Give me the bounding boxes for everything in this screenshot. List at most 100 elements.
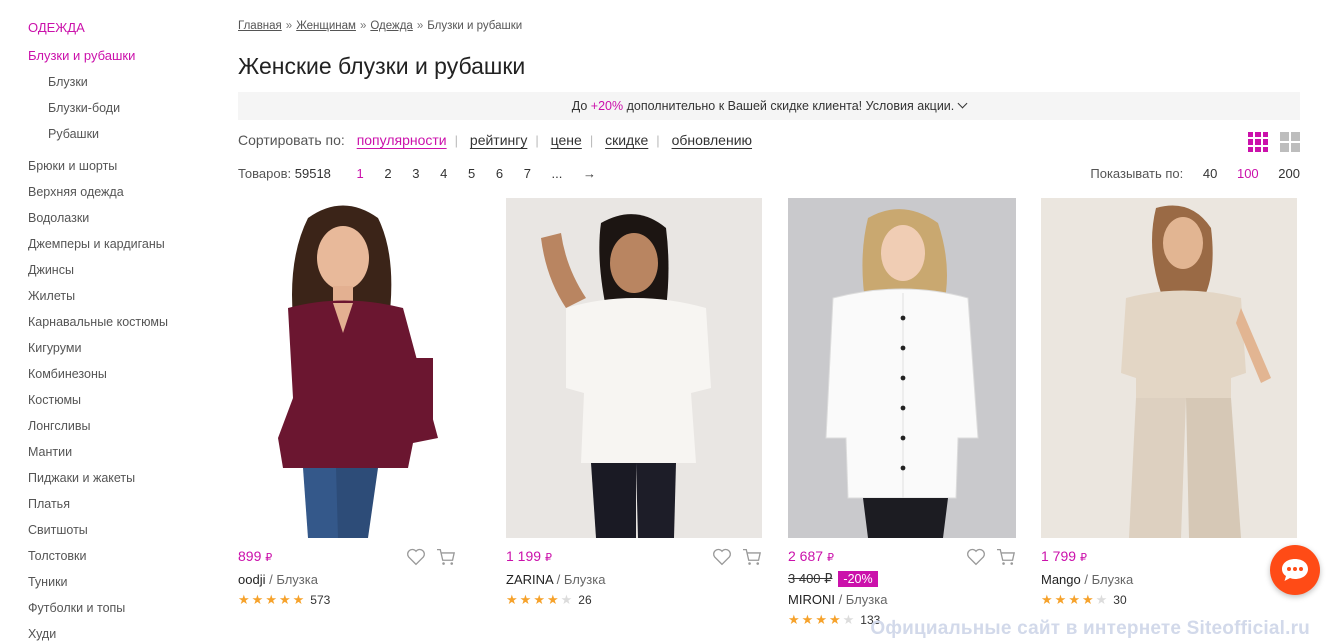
- cart-icon[interactable]: [996, 548, 1016, 566]
- sidebar-item-hudi[interactable]: Худи: [28, 621, 228, 642]
- sidebar-item-suits[interactable]: Костюмы: [28, 387, 228, 413]
- product-brand-type: Mango / Блузка: [1041, 572, 1134, 587]
- star-icon: ★: [1081, 592, 1094, 607]
- sidebar-item-turtlenecks[interactable]: Водолазки: [28, 205, 228, 231]
- star-icon: ★: [815, 612, 827, 627]
- product-price: 899 ₽: [238, 548, 273, 564]
- breadcrumb-home[interactable]: Главная: [238, 20, 282, 32]
- sidebar-item-sweatshirts[interactable]: Свитшоты: [28, 517, 228, 543]
- heart-icon[interactable]: [712, 548, 732, 566]
- sidebar-item-overalls[interactable]: Комбинезоны: [28, 361, 228, 387]
- next-page-arrow-icon[interactable]: →: [583, 166, 596, 181]
- cart-icon[interactable]: [436, 548, 456, 566]
- star-icon: ★: [546, 592, 559, 607]
- reviews-count: 26: [578, 593, 592, 607]
- product-brand-type: ZARINA / Блузка: [506, 572, 606, 587]
- pagination: 1 2 3 4 5 6 7 ... →: [357, 164, 613, 184]
- page-1[interactable]: 1: [357, 166, 364, 181]
- star-icon: ★: [1095, 592, 1108, 607]
- sidebar-subitem-blouses[interactable]: Блузки: [28, 69, 228, 95]
- sidebar-item-carnival-costumes[interactable]: Карнавальные костюмы: [28, 309, 228, 335]
- product-card[interactable]: 2 687 ₽ 3 400 ₽ -20% MIRONI / Блузка ★ ★ ★…: [788, 198, 1016, 627]
- sidebar-item-jumpers-cardigans[interactable]: Джемперы и кардиганы: [28, 231, 228, 257]
- grid-2-view-icon[interactable]: [1280, 132, 1300, 152]
- view-toggle: [1248, 132, 1300, 152]
- items-count: 59518: [294, 166, 331, 181]
- page-ellipsis: ...: [551, 166, 563, 181]
- chat-bubble-icon: [1282, 559, 1308, 581]
- breadcrumb-clothing[interactable]: Одежда: [370, 20, 412, 32]
- sidebar-item-vests[interactable]: Жилеты: [28, 283, 228, 309]
- sort-bar: Сортировать по: популярности | рейтингу | …: [238, 132, 1300, 154]
- product-rating: ★ ★ ★ ★ ★ 573: [238, 592, 456, 608]
- sidebar-item-longsleeves[interactable]: Лонгсливы: [28, 413, 228, 439]
- page-7[interactable]: 7: [524, 166, 531, 181]
- star-icon: ★: [251, 592, 264, 607]
- promo-percent: +20%: [590, 99, 624, 113]
- cart-icon[interactable]: [742, 548, 762, 566]
- product-card[interactable]: 899 ₽ oodji / Блузка ★ ★ ★ ★ ★ 573: [238, 198, 456, 607]
- discount-badge: -20%: [838, 571, 878, 587]
- sidebar-root-category[interactable]: ОДЕЖДА: [28, 20, 228, 36]
- star-icon: ★: [278, 592, 291, 607]
- page-3[interactable]: 3: [412, 166, 419, 181]
- product-image[interactable]: [238, 198, 456, 538]
- promo-conditions-link[interactable]: Условия акции.: [866, 99, 955, 113]
- sidebar-item-tunics[interactable]: Туники: [28, 569, 228, 595]
- product-card[interactable]: 1 199 ₽ ZARINA / Блузка ★ ★ ★ ★ ★ 26: [506, 198, 762, 607]
- star-icon: ★: [1041, 592, 1053, 607]
- sidebar-item-blazers-jackets[interactable]: Пиджаки и жакеты: [28, 465, 228, 491]
- show-by: Показывать по: 40 100 200: [1090, 164, 1300, 184]
- watermark: Официальные сайт в интернете Siteofficia…: [870, 618, 1310, 639]
- count-pagination-row: Товаров: 59518 1 2 3 4 5 6 7 ... → Показ…: [238, 164, 1300, 184]
- chat-button[interactable]: [1270, 545, 1320, 595]
- product-image[interactable]: [788, 198, 1016, 538]
- sort-popularity[interactable]: популярности: [357, 132, 447, 148]
- sidebar-item-jeans[interactable]: Джинсы: [28, 257, 228, 283]
- sort-price[interactable]: цене: [551, 132, 582, 148]
- breadcrumb-women[interactable]: Женщинам: [296, 20, 356, 32]
- product-image[interactable]: [506, 198, 762, 538]
- product-image[interactable]: [1041, 198, 1297, 538]
- sidebar-item-trousers-shorts[interactable]: Брюки и шорты: [28, 153, 228, 179]
- page-2[interactable]: 2: [384, 166, 391, 181]
- sidebar-item-robes[interactable]: Мантии: [28, 439, 228, 465]
- star-icon: ★: [1054, 592, 1067, 607]
- sidebar-item-dresses[interactable]: Платья: [28, 491, 228, 517]
- sidebar-item-hoodies[interactable]: Толстовки: [28, 543, 228, 569]
- sort-discount[interactable]: скидке: [605, 132, 648, 148]
- heart-icon[interactable]: [406, 548, 426, 566]
- sidebar-subitem-bodysuit-blouses[interactable]: Блузки-боди: [28, 95, 228, 121]
- sidebar-subitem-shirts[interactable]: Рубашки: [28, 121, 228, 147]
- chevron-down-icon[interactable]: [957, 98, 968, 109]
- page-5[interactable]: 5: [468, 166, 475, 181]
- sort-update[interactable]: обновлению: [672, 132, 752, 148]
- sidebar-item-kigurumi[interactable]: Кигуруми: [28, 335, 228, 361]
- page-6[interactable]: 6: [496, 166, 503, 181]
- sidebar-item-outerwear[interactable]: Верхняя одежда: [28, 179, 228, 205]
- product-grid: 899 ₽ oodji / Блузка ★ ★ ★ ★ ★ 573 1 199 ₽: [238, 198, 1300, 642]
- show-by-200[interactable]: 200: [1278, 166, 1300, 181]
- star-icon: ★: [1068, 592, 1080, 607]
- product-card[interactable]: 1 799 ₽ Mango / Блузка ★ ★ ★ ★ ★ 30: [1041, 198, 1297, 607]
- heart-icon[interactable]: [966, 548, 986, 566]
- star-icon: ★: [506, 592, 518, 607]
- show-by-100[interactable]: 100: [1237, 166, 1259, 181]
- star-icon: ★: [828, 612, 841, 627]
- sort-rating[interactable]: рейтингу: [470, 132, 527, 148]
- promo-banner[interactable]: До +20% дополнительно к Вашей скидке кли…: [238, 92, 1300, 120]
- page-4[interactable]: 4: [440, 166, 447, 181]
- product-brand-type: MIRONI / Блузка: [788, 592, 888, 607]
- grid-3-view-icon[interactable]: [1248, 132, 1268, 152]
- sidebar-item-blouses-shirts[interactable]: Блузки и рубашки: [28, 48, 228, 64]
- sidebar-item-tshirts-tops[interactable]: Футболки и топы: [28, 595, 228, 621]
- reviews-count: 573: [310, 593, 331, 607]
- star-icon: ★: [533, 592, 545, 607]
- show-by-40[interactable]: 40: [1203, 166, 1217, 181]
- show-by-label: Показывать по:: [1090, 166, 1184, 181]
- catalog-main: Главная» Женщинам» Одежда» Блузки и рубашки…: [238, 18, 1300, 184]
- category-sidebar: ОДЕЖДА Блузки и рубашки Блузки Блузки-бо…: [28, 20, 228, 642]
- breadcrumb: Главная» Женщинам» Одежда» Блузки и рубашки: [238, 20, 523, 32]
- star-icon: ★: [519, 592, 532, 607]
- star-icon: ★: [238, 592, 250, 607]
